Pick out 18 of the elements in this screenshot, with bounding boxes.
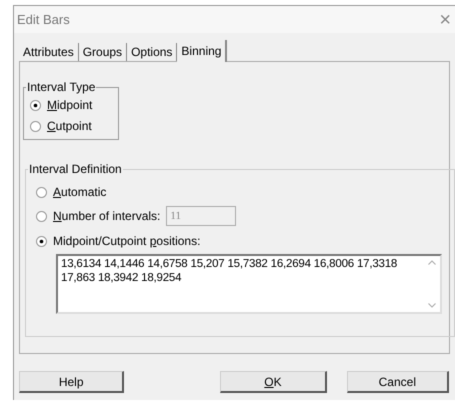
- group-title: Interval Definition: [28, 161, 123, 178]
- dialog-button[interactable]: Cancel: [346, 371, 450, 393]
- radio-button[interactable]: [30, 100, 41, 110]
- window-title: Edit Bars: [17, 10, 70, 29]
- positions-field[interactable]: 13,6134 14,1446 14,6758 15,207 15,7382 16,2694 16,8006 17,3318 17,863 18,3942 18,9254: [56, 254, 442, 314]
- option-label[interactable]: Automatic: [53, 183, 106, 201]
- radio-button[interactable]: [36, 236, 47, 246]
- scroll-up-icon[interactable]: [428, 260, 436, 265]
- tab[interactable]: Binning: [177, 40, 228, 62]
- option-label[interactable]: Midpoint/Cutpoint positions:: [53, 232, 200, 250]
- option-label[interactable]: Midpoint: [47, 96, 92, 114]
- radio-button[interactable]: [36, 186, 47, 198]
- scroll-down-icon[interactable]: [428, 303, 436, 308]
- dialog-button[interactable]: Help: [19, 371, 124, 393]
- group-title: Interval Type: [26, 79, 96, 96]
- option-label[interactable]: Cutpoint: [47, 117, 92, 135]
- radio-button[interactable]: [30, 120, 41, 132]
- dialog-button[interactable]: OK: [220, 371, 327, 393]
